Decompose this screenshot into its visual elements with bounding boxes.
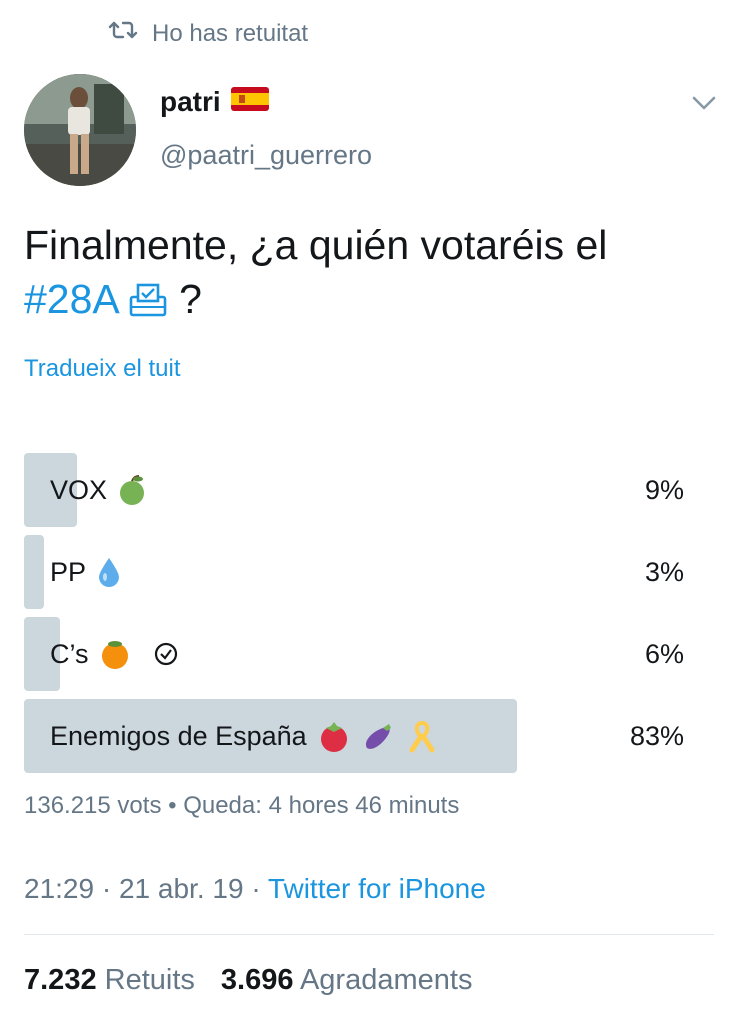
poll-option-label: Enemigos de España xyxy=(50,699,439,773)
tweet-date[interactable]: 21 abr. 19 xyxy=(119,873,244,904)
tweet-source-link[interactable]: Twitter for iPhone xyxy=(268,873,486,904)
yellow-ribbon-icon xyxy=(405,719,439,753)
chevron-down-icon[interactable] xyxy=(690,92,718,114)
tweet-end: ? xyxy=(179,276,202,322)
timestamp-separator: · xyxy=(101,873,112,904)
profile-avatar[interactable] xyxy=(24,74,136,186)
retweet-icon xyxy=(108,18,138,49)
poll-time-remaining: Queda: 4 hores 46 minuts xyxy=(183,792,460,819)
poll-option-label: VOX xyxy=(50,453,147,527)
tweet-timestamp: 21:29 · 21 abr. 19 · Twitter for iPhone xyxy=(24,873,486,905)
retweet-context: Ho has retuitat xyxy=(108,18,308,49)
tangerine-icon xyxy=(99,638,131,670)
likes-label: Agradaments xyxy=(299,964,473,996)
poll-option-percent: 6% xyxy=(644,638,684,669)
poll-meta: 136.215 vots • Queda: 4 hores 46 minuts xyxy=(24,792,459,820)
retweets-stat[interactable]: 7.232 Retuits xyxy=(24,964,195,997)
poll: VOX 9% PP 3% C’s 6% Enemigos de España 8… xyxy=(24,453,714,781)
check-circle-icon xyxy=(153,641,179,667)
poll-option-percent: 9% xyxy=(644,474,684,505)
hashtag-link[interactable]: #28A xyxy=(24,276,120,322)
poll-option-text: VOX xyxy=(50,474,108,505)
poll-option-percent: 83% xyxy=(629,720,684,751)
likes-stat[interactable]: 3.696 Agradaments xyxy=(221,964,473,997)
green-apple-icon xyxy=(117,474,147,506)
poll-meta-separator: • xyxy=(168,792,177,819)
poll-option-label: PP xyxy=(50,535,122,609)
poll-option-text: C’s xyxy=(50,638,89,669)
tweet-stats: 7.232 Retuits 3.696 Agradaments xyxy=(24,964,472,997)
eggplant-icon xyxy=(361,720,395,752)
poll-bar xyxy=(24,535,44,609)
poll-option: C’s 6% xyxy=(24,617,714,691)
tomato-icon xyxy=(317,720,351,752)
poll-option-label: C’s xyxy=(50,617,179,691)
droplet-icon xyxy=(96,556,122,588)
tweet-body: Finalmente, ¿a quién votaréis el xyxy=(24,222,608,268)
tweet-text: Finalmente, ¿a quién votaréis el #28A ? xyxy=(24,218,714,326)
ballot-box-icon xyxy=(128,278,168,317)
retweets-label: Retuits xyxy=(104,964,195,996)
timestamp-separator: · xyxy=(251,873,261,904)
poll-option: Enemigos de España 83% xyxy=(24,699,714,773)
retweet-label: Ho has retuitat xyxy=(152,19,309,47)
author-name[interactable]: patri xyxy=(160,86,221,118)
poll-option: PP 3% xyxy=(24,535,714,609)
author-handle[interactable]: @paatri_guerrero xyxy=(160,140,372,171)
tweet-time[interactable]: 21:29 xyxy=(24,873,94,904)
poll-option-text: Enemigos de España xyxy=(50,720,307,751)
poll-vote-count: 136.215 vots xyxy=(24,792,162,819)
author-name-row[interactable]: patri xyxy=(160,86,269,118)
likes-count: 3.696 xyxy=(220,964,294,996)
poll-option-percent: 3% xyxy=(644,556,684,587)
spain-flag-icon xyxy=(230,86,269,118)
retweets-count: 7.232 xyxy=(24,964,97,996)
poll-option: VOX 9% xyxy=(24,453,714,527)
divider xyxy=(24,934,714,935)
poll-option-text: PP xyxy=(50,556,87,587)
translate-link[interactable]: Tradueix el tuit xyxy=(24,355,181,383)
